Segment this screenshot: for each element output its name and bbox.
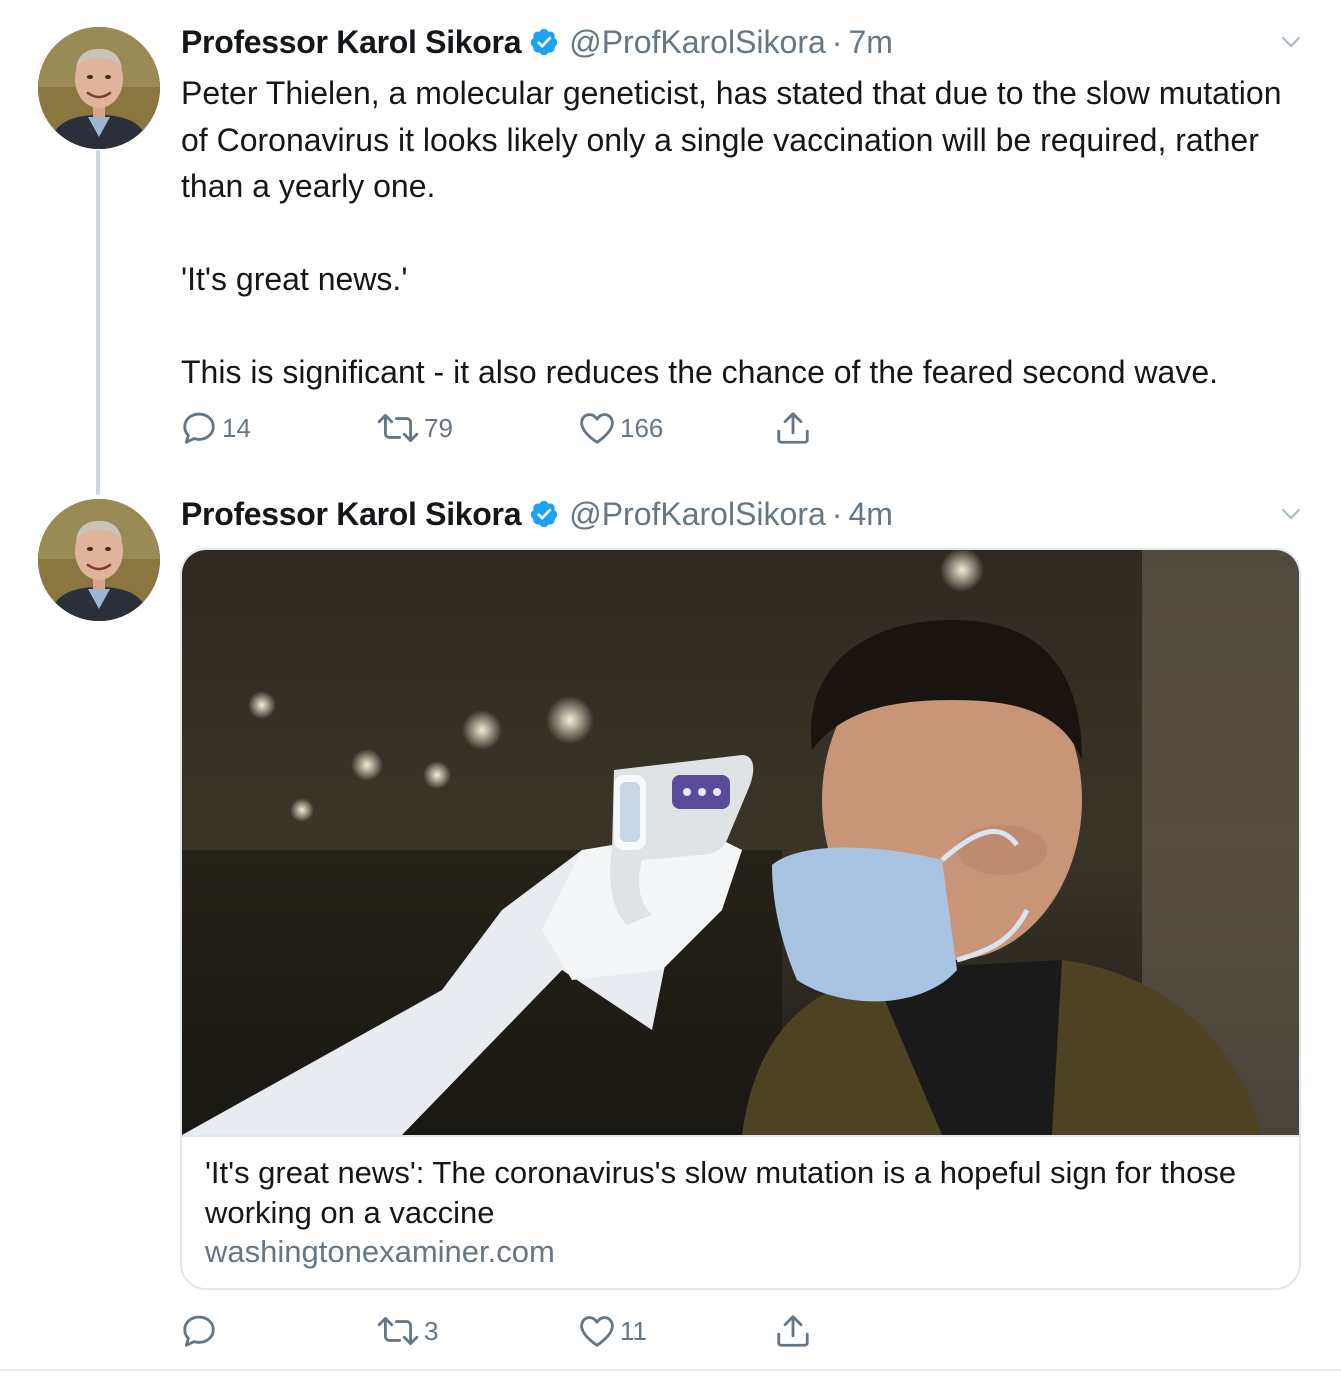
retweet-icon	[376, 409, 420, 447]
tweet[interactable]: Professor Karol Sikora @ProfKarolSikora …	[0, 475, 1341, 1370]
timeline-divider	[0, 1369, 1341, 1371]
author-name[interactable]: Professor Karol Sikora	[181, 24, 522, 61]
chevron-down-icon[interactable]	[1277, 500, 1305, 528]
tweet-header: Professor Karol Sikora @ProfKarolSikora …	[181, 494, 893, 534]
reply-button[interactable]: 14	[180, 408, 251, 448]
retweet-button[interactable]: 3	[376, 1311, 438, 1351]
tweet-actions: 14 79 166	[180, 408, 820, 448]
reply-count: 14	[222, 412, 251, 443]
timestamp[interactable]: 7m	[848, 24, 892, 61]
card-domain[interactable]: washingtonexaminer.com	[205, 1234, 555, 1270]
card-image	[182, 550, 1299, 1135]
like-count: 166	[620, 412, 664, 443]
like-button[interactable]: 166	[578, 408, 663, 448]
verified-badge-icon	[529, 27, 559, 57]
reply-icon	[180, 409, 218, 447]
like-button[interactable]: 11	[578, 1311, 647, 1351]
retweet-icon	[376, 1312, 420, 1350]
retweet-button[interactable]: 79	[376, 408, 453, 448]
separator-dot: ·	[831, 495, 843, 532]
reply-button[interactable]	[180, 1311, 222, 1351]
timestamp[interactable]: 4m	[848, 496, 892, 533]
heart-icon	[578, 409, 616, 447]
share-button[interactable]	[774, 1311, 812, 1351]
tweet-header: Professor Karol Sikora @ProfKarolSikora …	[181, 22, 893, 62]
verified-badge-icon	[529, 499, 559, 529]
like-count: 11	[620, 1315, 647, 1346]
reply-icon	[180, 1312, 218, 1350]
share-button[interactable]	[774, 408, 812, 448]
separator-dot: ·	[831, 23, 843, 60]
retweet-count: 3	[424, 1315, 439, 1346]
heart-icon	[578, 1312, 616, 1350]
author-name[interactable]: Professor Karol Sikora	[181, 496, 522, 533]
link-card[interactable]: 'It's great news': The coronavirus's slo…	[180, 548, 1301, 1290]
tweet-actions: 3 11	[180, 1311, 820, 1351]
tweet[interactable]: Professor Karol Sikora @ProfKarolSikora …	[0, 0, 1341, 475]
card-title[interactable]: 'It's great news': The coronavirus's slo…	[205, 1153, 1275, 1233]
retweet-count: 79	[424, 412, 453, 443]
chevron-down-icon[interactable]	[1277, 28, 1305, 56]
tweet-text: Peter Thielen, a molecular geneticist, h…	[181, 75, 1282, 390]
author-handle[interactable]: @ProfKarolSikora	[569, 24, 826, 61]
card-divider	[182, 1135, 1299, 1137]
share-icon	[774, 1312, 812, 1350]
share-icon	[774, 409, 812, 447]
avatar[interactable]	[38, 499, 160, 621]
avatar[interactable]	[38, 27, 160, 149]
author-handle[interactable]: @ProfKarolSikora	[569, 496, 826, 533]
